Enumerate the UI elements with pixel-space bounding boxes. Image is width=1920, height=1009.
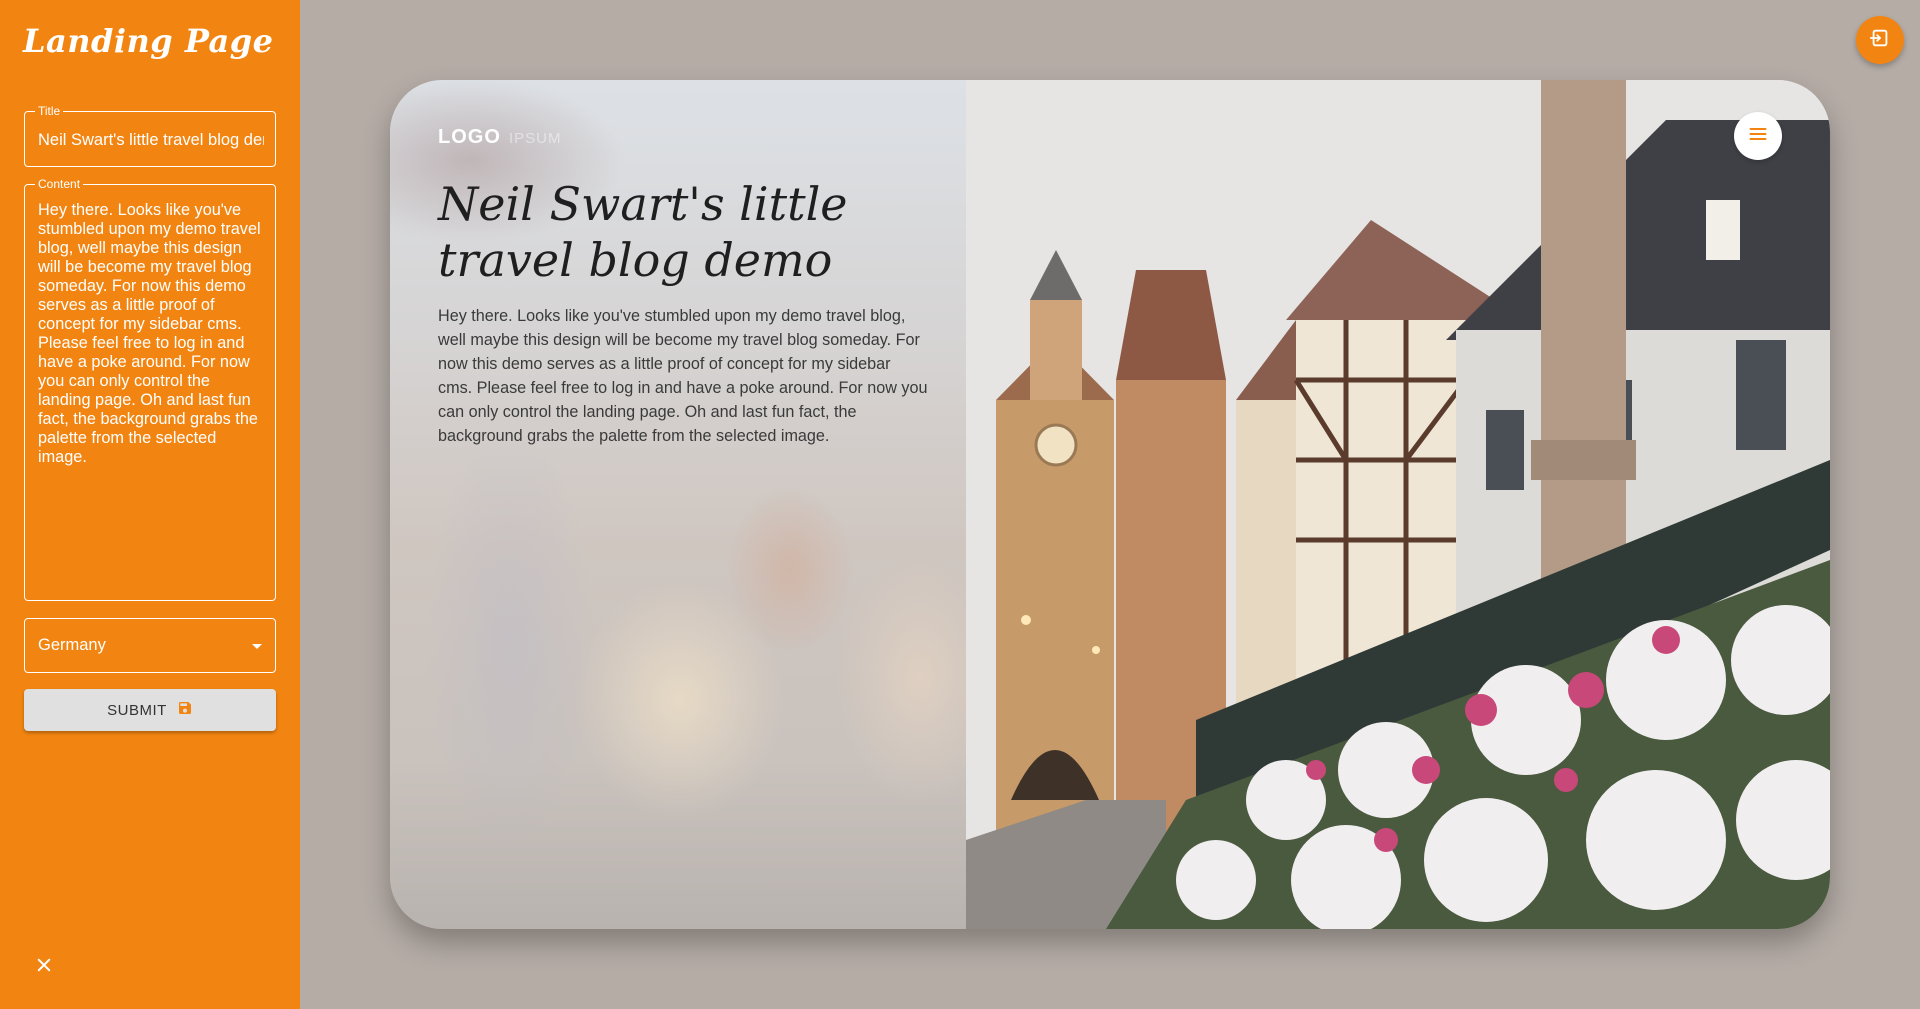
- sidebar: Landing Page Title Content Hey there. Lo…: [0, 0, 300, 1009]
- hero-body: Hey there. Looks like you've stumbled up…: [438, 307, 928, 445]
- logo: LOGO: [438, 126, 501, 148]
- country-select-value: Germany: [38, 636, 106, 654]
- menu-button[interactable]: [1734, 112, 1782, 160]
- menu-icon: [1748, 124, 1768, 148]
- content-field: Content Hey there. Looks like you've stu…: [24, 176, 276, 601]
- logout-icon: [1869, 27, 1891, 53]
- logout-button[interactable]: [1856, 16, 1904, 64]
- logo-suffix: IPSUM: [509, 130, 562, 147]
- submit-button-label: SUBMIT: [107, 701, 167, 719]
- chevron-down-icon: [252, 644, 262, 649]
- title-field: Title: [24, 103, 276, 167]
- hero-photo: [966, 80, 1830, 929]
- close-sidebar-button[interactable]: [30, 953, 58, 981]
- submit-button[interactable]: SUBMIT: [24, 689, 276, 731]
- landing-card: LOGO IPSUM Neil Swart's little travel bl…: [390, 80, 1830, 929]
- town-street-photo: [966, 80, 1830, 929]
- close-icon: [35, 956, 53, 978]
- hero-title: Neil Swart's little travel blog demo: [438, 177, 848, 287]
- title-field-label: Title: [35, 103, 64, 119]
- save-icon: [177, 700, 193, 720]
- title-input[interactable]: [38, 128, 264, 152]
- content-field-label: Content: [35, 176, 84, 192]
- country-select[interactable]: Germany: [24, 618, 276, 673]
- content-textarea[interactable]: Hey there. Looks like you've stumbled up…: [38, 201, 266, 591]
- card-text-panel: LOGO IPSUM Neil Swart's little travel bl…: [390, 80, 966, 929]
- sidebar-title: Landing Page: [23, 22, 274, 60]
